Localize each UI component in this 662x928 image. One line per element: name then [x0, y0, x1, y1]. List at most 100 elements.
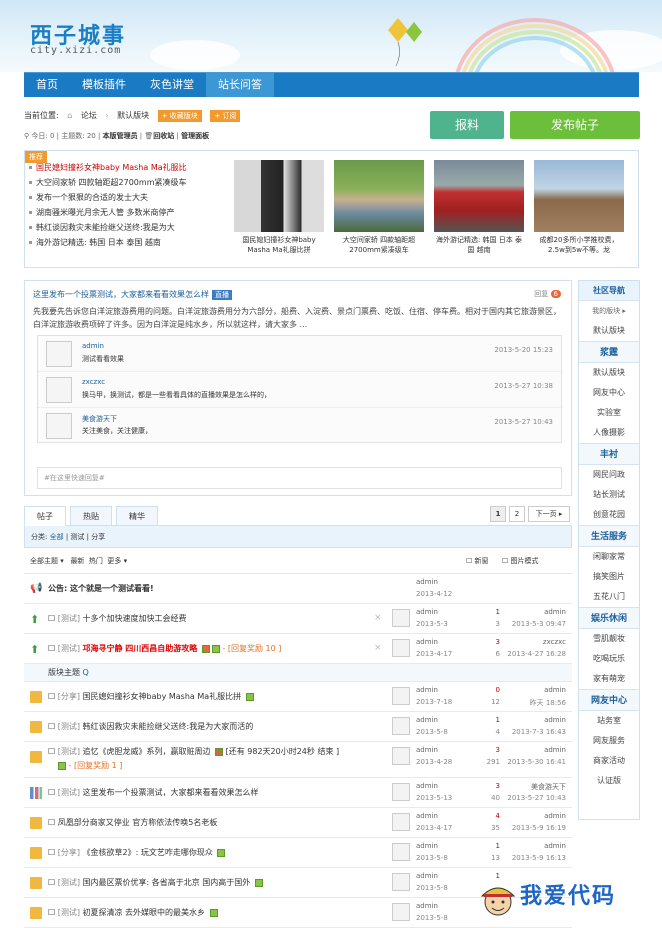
side-item[interactable]: 认证版 [579, 771, 639, 791]
sort-hot[interactable]: 热门 [89, 557, 103, 565]
avatar[interactable] [392, 873, 410, 891]
photo-thumbnail[interactable] [334, 160, 424, 232]
side-item[interactable]: 网友服务 [579, 731, 639, 751]
next-page-button[interactable]: 下一页 ▸ [528, 506, 570, 522]
side-item[interactable]: 默认版块 [579, 321, 639, 341]
poll-icon [30, 787, 42, 799]
side-item[interactable]: 网民问政 [579, 465, 639, 485]
hot-item[interactable]: 海外游记精选: 韩国 日本 泰国 越南 [28, 235, 228, 250]
side-item[interactable]: 网友中心 [579, 383, 639, 403]
community-nav-title: 社区导航 [579, 281, 639, 301]
side-item[interactable]: 站长测试 [579, 485, 639, 505]
close-icon[interactable]: × [374, 643, 382, 653]
table-row[interactable]: ☐ [测试] 韩红谈因救灾未能捡继父送终:我是为大家而活的 admin 2013-… [24, 712, 572, 742]
table-row[interactable]: ☐ [分享] 《金核欲草2》: 玩文艺咋走哪你现众 admin 2013-5-8 … [24, 838, 572, 868]
photo-thumbnail[interactable] [534, 160, 624, 232]
avatar[interactable] [46, 377, 72, 403]
trash-icon: 🗑 [144, 132, 154, 140]
side-item[interactable]: 吃喝玩乐 [579, 649, 639, 669]
photo-thumbnail[interactable] [234, 160, 324, 232]
avatar[interactable] [392, 843, 410, 861]
side-section-title[interactable]: 浆霆 [579, 341, 639, 363]
side-item[interactable]: 闲聊家常 [579, 547, 639, 567]
featured-pic[interactable]: 海外游记精选: 韩国 日本 泰国 越南 [434, 160, 524, 255]
side-item[interactable]: 雪肌靓妆 [579, 629, 639, 649]
avatar[interactable] [392, 903, 410, 921]
side-item[interactable]: 五花八门 [579, 587, 639, 607]
comment-list: admin 测试看看效果 2013-5-20 15:23 zxczxc 换马甲，… [37, 335, 563, 443]
avatar[interactable] [392, 609, 410, 627]
featured-pic[interactable]: 国民媳妇撞衫女神baby Masha Ma礼服比拼 [234, 160, 324, 255]
side-section-title[interactable]: 生活服务 [579, 525, 639, 547]
tab-digest[interactable]: 精华 [116, 506, 158, 526]
table-row[interactable]: ☐ [测试] 这里发布一个投票测试，大家都来看看效果怎么样 admin 2013-… [24, 778, 572, 808]
filter-all[interactable]: 全部 [50, 533, 64, 541]
avatar[interactable] [392, 717, 410, 735]
featured-pic[interactable]: 成都20多所小学推校费，2.5w到5w不等。龙 [534, 160, 624, 255]
table-row[interactable]: ☐ [分享] 国民媳妇撞衫女神baby Masha Ma礼服比拼 admin 20… [24, 682, 572, 712]
avatar[interactable] [46, 341, 72, 367]
comment: admin 测试看看效果 2013-5-20 15:23 [38, 336, 563, 372]
side-section-title[interactable]: 娱乐休闲 [579, 607, 639, 629]
avatar[interactable] [392, 639, 410, 657]
hot-item[interactable]: 发布一个狠狠的合适的发士大夫 [28, 190, 228, 205]
watermark-text: 我爱代码 [520, 884, 617, 909]
hot-item[interactable]: 大空间家轿 四款轴距超2700mm紧凑级车 [28, 175, 228, 190]
page-1[interactable]: 1 [490, 506, 506, 522]
nav-plugins[interactable]: 模板插件 [70, 73, 138, 97]
avatar[interactable] [392, 687, 410, 705]
filter-test[interactable]: 测试 [70, 533, 84, 541]
favorite-button[interactable]: + 收藏版块 [157, 110, 202, 122]
hot-item[interactable]: 韩红谈因救灾未能捡继父送终:我是为大 [28, 220, 228, 235]
report-button[interactable]: 报料 [430, 111, 504, 139]
side-item[interactable]: 家有萌宠 [579, 669, 639, 689]
folder-icon [30, 721, 42, 733]
table-row[interactable]: ⬆ ☐ [测试] 十多个加快速度加快工会经费 × admin 2013-5-3 1… [24, 604, 572, 634]
nav-home[interactable]: 首页 [24, 73, 70, 97]
crumb-forum[interactable]: 论坛 [81, 111, 97, 120]
new-window-checkbox[interactable]: ☐ 新窗 [466, 548, 489, 574]
tab-hot[interactable]: 热贴 [70, 506, 112, 526]
admin-panel-link[interactable]: 管理面板 [181, 132, 209, 140]
crumb-section[interactable]: 默认版块 [117, 111, 149, 120]
recycle-link[interactable]: 回收站 [153, 132, 174, 140]
photo-thumbnail[interactable] [434, 160, 524, 232]
nav-qa[interactable]: 站长问答 [206, 73, 274, 97]
close-icon[interactable]: × [374, 613, 382, 623]
side-item[interactable]: 人像摄影 [579, 423, 639, 443]
side-item[interactable]: 商家活动 [579, 751, 639, 771]
quick-reply-input[interactable]: #在这里快速回复# [37, 467, 562, 489]
side-item[interactable]: 站务室 [579, 711, 639, 731]
image-mode-checkbox[interactable]: ☐ 图片模式 [502, 548, 539, 574]
post-title[interactable]: 这里发布一个投票测试，大家都来看看效果怎么样 直播 [33, 289, 232, 300]
subscribe-button[interactable]: + 订阅 [210, 110, 241, 122]
sort-latest[interactable]: 最新 [70, 557, 84, 565]
side-item[interactable]: 搞笑图片 [579, 567, 639, 587]
hot-item[interactable]: 国民媳妇撞衫女神baby Masha Ma礼服比 [28, 160, 228, 175]
side-item[interactable]: 实验室 [579, 403, 639, 423]
filter-share[interactable]: 分享 [91, 533, 105, 541]
moderators-link[interactable]: 本版管理员 [103, 132, 138, 140]
hot-item[interactable]: 湖南骚米曝光月余无人管 多数米商停产 [28, 205, 228, 220]
avatar[interactable] [392, 813, 410, 831]
my-sections[interactable]: 我的版块 ▸ [579, 301, 639, 321]
avatar[interactable] [392, 747, 410, 765]
table-row[interactable]: ☐ [测试] 追忆《虎胆龙威》系列，赢取赃周边 [还有 982天20小时24秒 … [24, 742, 572, 778]
side-item[interactable]: 创意花园 [579, 505, 639, 525]
nav-lectures[interactable]: 灰色讲堂 [138, 73, 206, 97]
sort-all[interactable]: 全部主题 ▾ [30, 557, 64, 565]
announcement-row[interactable]: 📢 公告: 这个就是一个测试看看! admin 2013-4-12 [24, 574, 572, 604]
side-section-title[interactable]: 网友中心 [579, 689, 639, 711]
side-item[interactable]: 默认版块 [579, 363, 639, 383]
avatar[interactable] [46, 413, 72, 439]
side-section-title[interactable]: 丰衬 [579, 443, 639, 465]
table-row[interactable]: ⬆ ☐ [测试] 邛海寻宁静 四川西昌自助游攻略 - [回复奖励 10 ] × … [24, 634, 572, 664]
table-row[interactable]: ☐ 凤凰部分商家又停业 官方称依法传唤5名老板 admin 2013-4-17 4… [24, 808, 572, 838]
avatar[interactable] [392, 783, 410, 801]
sort-more[interactable]: 更多 ▾ [107, 557, 127, 565]
page-2[interactable]: 2 [509, 506, 525, 522]
tab-posts[interactable]: 帖子 [24, 506, 66, 526]
new-post-button[interactable]: 发布帖子 [510, 111, 640, 139]
reward-icon [215, 747, 224, 756]
featured-pic[interactable]: 大空间家轿 四款轴距超2700mm紧凑级车 [334, 160, 424, 255]
